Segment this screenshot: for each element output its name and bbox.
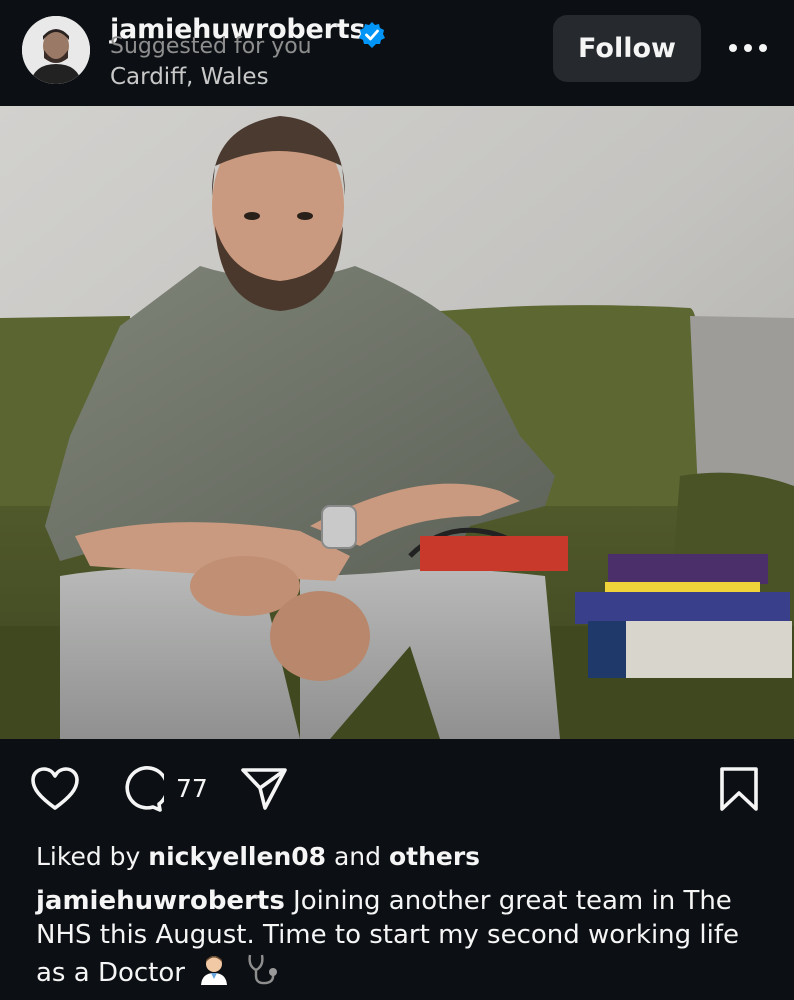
save-button[interactable] [718,766,760,816]
avatar[interactable] [22,16,90,84]
liked-middle: and [326,842,389,871]
liked-user-link[interactable]: nickyellen08 [148,842,326,871]
send-icon [241,768,287,810]
post-actions-bar: 77 [0,740,794,840]
caption-username[interactable]: jamiehuwroberts [36,886,285,916]
follow-button[interactable]: Follow [553,15,701,82]
post-caption: jamiehuwroberts Joining another great te… [36,884,766,995]
liked-prefix: Liked by [36,842,149,871]
heart-icon [31,767,79,810]
verified-badge-icon [359,22,385,48]
doctor-emoji-icon [199,953,229,994]
location-link[interactable]: Cardiff, Wales [110,64,269,90]
more-options-button[interactable] [724,30,772,66]
post-header: jamiehuwroberts Suggested for you Cardif… [0,0,794,106]
share-button[interactable] [240,766,288,816]
more-dots-icon [729,44,767,52]
like-button[interactable] [30,766,80,816]
comment-count: 77 [176,774,208,803]
comment-button[interactable] [116,766,169,818]
comment-icon [125,766,169,812]
stethoscope-emoji-icon [244,952,280,995]
liked-others-link[interactable]: others [389,842,480,871]
bookmark-icon [720,767,758,811]
post-image[interactable] [0,106,794,739]
suggested-label: Suggested for you [110,36,312,58]
post-photo-illustration [0,106,794,739]
liked-by: Liked by nickyellen08 and others [36,842,480,871]
